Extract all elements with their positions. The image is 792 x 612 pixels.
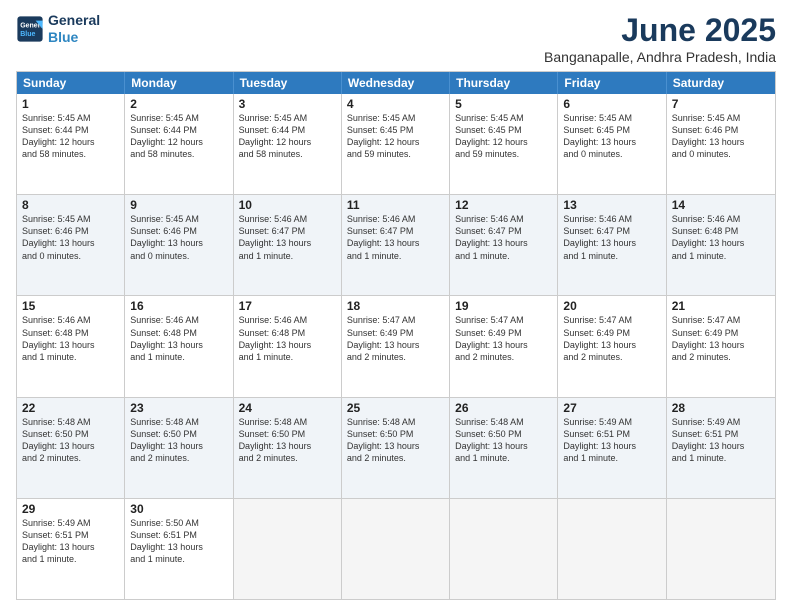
- day-14: 14 Sunrise: 5:46 AMSunset: 6:48 PMDaylig…: [667, 195, 775, 295]
- day-5: 5 Sunrise: 5:45 AMSunset: 6:45 PMDayligh…: [450, 94, 558, 194]
- day-13: 13 Sunrise: 5:46 AMSunset: 6:47 PMDaylig…: [558, 195, 666, 295]
- empty-1: [234, 499, 342, 599]
- empty-3: [450, 499, 558, 599]
- page: General Blue General Blue June 2025 Bang…: [0, 0, 792, 612]
- day-15: 15 Sunrise: 5:46 AMSunset: 6:48 PMDaylig…: [17, 296, 125, 396]
- logo-icon: General Blue: [16, 15, 44, 43]
- day-1: 1 Sunrise: 5:45 AMSunset: 6:44 PMDayligh…: [17, 94, 125, 194]
- day-8: 8 Sunrise: 5:45 AMSunset: 6:46 PMDayligh…: [17, 195, 125, 295]
- empty-4: [558, 499, 666, 599]
- header-saturday: Saturday: [667, 72, 775, 94]
- title-block: June 2025 Banganapalle, Andhra Pradesh, …: [544, 12, 776, 65]
- empty-2: [342, 499, 450, 599]
- day-19: 19 Sunrise: 5:47 AMSunset: 6:49 PMDaylig…: [450, 296, 558, 396]
- day-24: 24 Sunrise: 5:48 AMSunset: 6:50 PMDaylig…: [234, 398, 342, 498]
- day-27: 27 Sunrise: 5:49 AMSunset: 6:51 PMDaylig…: [558, 398, 666, 498]
- day-22: 22 Sunrise: 5:48 AMSunset: 6:50 PMDaylig…: [17, 398, 125, 498]
- day-6: 6 Sunrise: 5:45 AMSunset: 6:45 PMDayligh…: [558, 94, 666, 194]
- header-thursday: Thursday: [450, 72, 558, 94]
- header-sunday: Sunday: [17, 72, 125, 94]
- week-row-5: 29 Sunrise: 5:49 AMSunset: 6:51 PMDaylig…: [17, 498, 775, 599]
- day-23: 23 Sunrise: 5:48 AMSunset: 6:50 PMDaylig…: [125, 398, 233, 498]
- week-row-1: 1 Sunrise: 5:45 AMSunset: 6:44 PMDayligh…: [17, 94, 775, 194]
- logo: General Blue General Blue: [16, 12, 100, 46]
- logo-text: General Blue: [48, 12, 100, 46]
- day-3: 3 Sunrise: 5:45 AMSunset: 6:44 PMDayligh…: [234, 94, 342, 194]
- location: Banganapalle, Andhra Pradesh, India: [544, 49, 776, 65]
- svg-text:Blue: Blue: [20, 31, 35, 38]
- week-row-3: 15 Sunrise: 5:46 AMSunset: 6:48 PMDaylig…: [17, 295, 775, 396]
- day-7: 7 Sunrise: 5:45 AMSunset: 6:46 PMDayligh…: [667, 94, 775, 194]
- header: General Blue General Blue June 2025 Bang…: [16, 12, 776, 65]
- calendar-header: Sunday Monday Tuesday Wednesday Thursday…: [17, 72, 775, 94]
- calendar: Sunday Monday Tuesday Wednesday Thursday…: [16, 71, 776, 600]
- day-29: 29 Sunrise: 5:49 AMSunset: 6:51 PMDaylig…: [17, 499, 125, 599]
- day-18: 18 Sunrise: 5:47 AMSunset: 6:49 PMDaylig…: [342, 296, 450, 396]
- day-26: 26 Sunrise: 5:48 AMSunset: 6:50 PMDaylig…: [450, 398, 558, 498]
- day-20: 20 Sunrise: 5:47 AMSunset: 6:49 PMDaylig…: [558, 296, 666, 396]
- day-9: 9 Sunrise: 5:45 AMSunset: 6:46 PMDayligh…: [125, 195, 233, 295]
- day-10: 10 Sunrise: 5:46 AMSunset: 6:47 PMDaylig…: [234, 195, 342, 295]
- day-28: 28 Sunrise: 5:49 AMSunset: 6:51 PMDaylig…: [667, 398, 775, 498]
- week-row-2: 8 Sunrise: 5:45 AMSunset: 6:46 PMDayligh…: [17, 194, 775, 295]
- empty-5: [667, 499, 775, 599]
- day-25: 25 Sunrise: 5:48 AMSunset: 6:50 PMDaylig…: [342, 398, 450, 498]
- header-wednesday: Wednesday: [342, 72, 450, 94]
- week-row-4: 22 Sunrise: 5:48 AMSunset: 6:50 PMDaylig…: [17, 397, 775, 498]
- day-12: 12 Sunrise: 5:46 AMSunset: 6:47 PMDaylig…: [450, 195, 558, 295]
- day-30: 30 Sunrise: 5:50 AMSunset: 6:51 PMDaylig…: [125, 499, 233, 599]
- day-11: 11 Sunrise: 5:46 AMSunset: 6:47 PMDaylig…: [342, 195, 450, 295]
- day-4: 4 Sunrise: 5:45 AMSunset: 6:45 PMDayligh…: [342, 94, 450, 194]
- day-17: 17 Sunrise: 5:46 AMSunset: 6:48 PMDaylig…: [234, 296, 342, 396]
- header-monday: Monday: [125, 72, 233, 94]
- header-friday: Friday: [558, 72, 666, 94]
- day-21: 21 Sunrise: 5:47 AMSunset: 6:49 PMDaylig…: [667, 296, 775, 396]
- header-tuesday: Tuesday: [234, 72, 342, 94]
- calendar-body: 1 Sunrise: 5:45 AMSunset: 6:44 PMDayligh…: [17, 94, 775, 599]
- day-16: 16 Sunrise: 5:46 AMSunset: 6:48 PMDaylig…: [125, 296, 233, 396]
- month-title: June 2025: [544, 12, 776, 49]
- day-2: 2 Sunrise: 5:45 AMSunset: 6:44 PMDayligh…: [125, 94, 233, 194]
